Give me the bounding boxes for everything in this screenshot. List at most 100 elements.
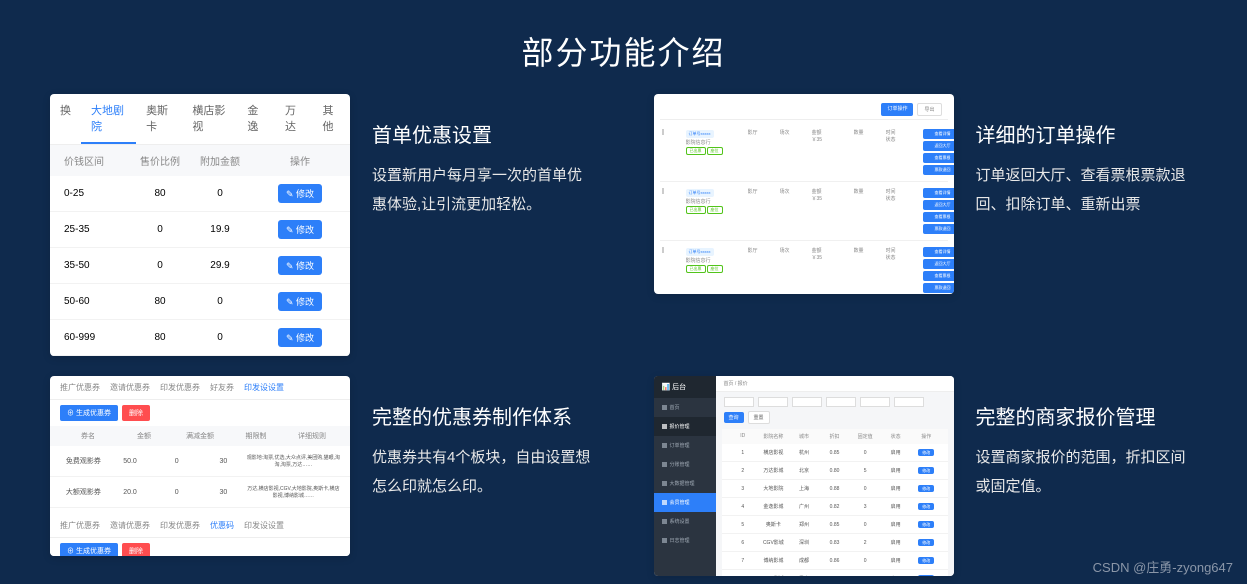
order-checkbox[interactable]: [662, 247, 684, 253]
cinema-tab[interactable]: 大地剧院: [81, 94, 136, 144]
order-action-button[interactable]: 返回大厅: [923, 141, 954, 151]
order-action-button[interactable]: 返回大厅: [923, 200, 954, 210]
order-checkbox[interactable]: [662, 129, 684, 135]
order-action-button[interactable]: 返回大厅: [923, 259, 954, 269]
edit-button[interactable]: 修改: [918, 575, 934, 577]
edit-button[interactable]: 修改: [918, 485, 934, 492]
price-row: 50-60 80 0 ✎ 修改: [50, 284, 350, 320]
cell-action: ✎ 修改: [250, 284, 350, 319]
cell: 启用: [880, 557, 911, 564]
filter-input[interactable]: [758, 397, 788, 407]
order-action-button[interactable]: 票款退回: [923, 165, 954, 175]
coupon-col: 期限制: [228, 431, 284, 441]
pricing-row: 6CGV影城深圳0.832启用修改: [722, 534, 948, 552]
coupon-tab[interactable]: 推广优惠券: [60, 520, 100, 531]
order-action-button[interactable]: 查看详情: [923, 129, 954, 139]
order-time: 时间状态: [886, 129, 921, 143]
edit-button[interactable]: ✎ 修改: [278, 184, 322, 203]
sidebar-item[interactable]: 日志管理: [654, 531, 716, 550]
cinema-tab[interactable]: 其他: [312, 94, 350, 144]
col-action: 操作: [250, 145, 350, 176]
cinema-tab[interactable]: 横店影视: [182, 94, 237, 144]
cell-range: 60-999: [50, 324, 130, 351]
filter-input[interactable]: [826, 397, 856, 407]
sidebar-item[interactable]: 报价管理: [654, 417, 716, 436]
order-actions: 查看详情返回大厅查看票根票款退回: [923, 188, 954, 234]
generate-coupon-button[interactable]: ⊕ 生成优惠券: [60, 405, 118, 421]
order-action-button[interactable]: 票款退回: [923, 224, 954, 234]
filter-input[interactable]: [724, 397, 754, 407]
coupon-tab[interactable]: 邀请优惠券: [110, 382, 150, 393]
order-row: 订单号xxxxx 影院信息行 已出票座位 影厅 场次 金额￥35 数量 时间状态…: [660, 182, 948, 241]
edit-button[interactable]: 修改: [918, 557, 934, 564]
filter-input[interactable]: [792, 397, 822, 407]
cell: 北京: [789, 467, 820, 474]
menu-icon: [662, 462, 667, 467]
edit-button[interactable]: 修改: [918, 503, 934, 510]
cinema-tab[interactable]: 金逸: [237, 94, 275, 144]
coupon-tab[interactable]: 推广优惠券: [60, 382, 100, 393]
filter-input[interactable]: [860, 397, 890, 407]
cell-action: 修改: [911, 558, 942, 564]
delete-button[interactable]: 删除: [122, 405, 150, 421]
edit-button[interactable]: ✎ 修改: [278, 292, 322, 311]
sidebar-item[interactable]: 系统设置: [654, 512, 716, 531]
cell: 大地影院: [758, 485, 789, 492]
sidebar-item[interactable]: 分账管理: [654, 455, 716, 474]
feature-text: 订单返回大厅、查看票根票款退回、扣除订单、重新出票: [976, 162, 1198, 219]
cinema-tab[interactable]: 换: [50, 94, 81, 144]
order-cell: 数量: [854, 247, 884, 254]
order-action-button[interactable]: 查看票根: [923, 153, 954, 163]
order-cell: 影厅: [748, 247, 778, 254]
sidebar-item[interactable]: 首页: [654, 398, 716, 417]
cell-extra: 0: [190, 288, 250, 315]
cell: 0: [850, 576, 881, 577]
coupon-tab[interactable]: 邀请优惠券: [110, 520, 150, 531]
feature-text: 设置商家报价的范围，折扣区间或固定值。: [976, 444, 1198, 501]
cinema-tab[interactable]: 奥斯卡: [136, 94, 182, 144]
cell: 0.83: [819, 540, 850, 546]
cell: 广州: [789, 503, 820, 510]
sidebar-item[interactable]: 大数据管理: [654, 474, 716, 493]
edit-button[interactable]: 修改: [918, 449, 934, 456]
cell-action: 修改: [911, 504, 942, 510]
order-action-button[interactable]: 查看详情: [923, 247, 954, 257]
cell: 启用: [880, 521, 911, 528]
order-action-button[interactable]: 票款退回: [923, 283, 954, 293]
feature-grid: 换大地剧院奥斯卡横店影视金逸万达其他 价钱区间 售价比例 附加金额 操作 0-2…: [0, 94, 1247, 576]
cell: 启用: [880, 539, 911, 546]
order-action-button[interactable]: 查看票根: [923, 271, 954, 281]
edit-button[interactable]: 修改: [918, 467, 934, 474]
coupon-tab[interactable]: 印发设设置: [244, 520, 284, 531]
coupon-tab[interactable]: 好友券: [210, 382, 234, 393]
order-action-button[interactable]: 查看票根: [923, 212, 954, 222]
filter-input[interactable]: [894, 397, 924, 407]
delete-button[interactable]: 删除: [122, 543, 150, 556]
coupon-tab[interactable]: 优惠码: [210, 520, 234, 531]
watermark: CSDN @庄勇-zyong647: [1093, 557, 1233, 576]
coupon-col: 详细规则: [284, 431, 340, 441]
generate-coupon-button[interactable]: ⊕ 生成优惠券: [60, 543, 118, 556]
search-button[interactable]: 查询: [724, 412, 744, 423]
order-ops-button[interactable]: 订单操作: [881, 103, 913, 116]
coupon-tab[interactable]: 印发优惠券: [160, 520, 200, 531]
coupon-tab[interactable]: 印发优惠券: [160, 382, 200, 393]
edit-button[interactable]: ✎ 修改: [278, 220, 322, 239]
menu-icon: [662, 405, 667, 410]
sidebar-item[interactable]: 会员管理: [654, 493, 716, 512]
cinema-tab[interactable]: 万达: [275, 94, 313, 144]
order-checkbox[interactable]: [662, 188, 684, 194]
order-action-button[interactable]: 查看详情: [923, 188, 954, 198]
order-cell: 数量: [854, 188, 884, 195]
sidebar-item[interactable]: 订单管理: [654, 436, 716, 455]
edit-button[interactable]: 修改: [918, 539, 934, 546]
reset-button[interactable]: 重置: [748, 411, 770, 424]
coupon-tab[interactable]: 印发设设置: [244, 382, 284, 393]
cell: 1: [728, 450, 759, 456]
edit-button[interactable]: 修改: [918, 521, 934, 528]
edit-button[interactable]: ✎ 修改: [278, 328, 322, 347]
col-range: 价钱区间: [50, 145, 130, 176]
cell: 0: [850, 522, 881, 528]
export-button[interactable]: 导出: [917, 103, 941, 116]
edit-button[interactable]: ✎ 修改: [278, 256, 322, 275]
